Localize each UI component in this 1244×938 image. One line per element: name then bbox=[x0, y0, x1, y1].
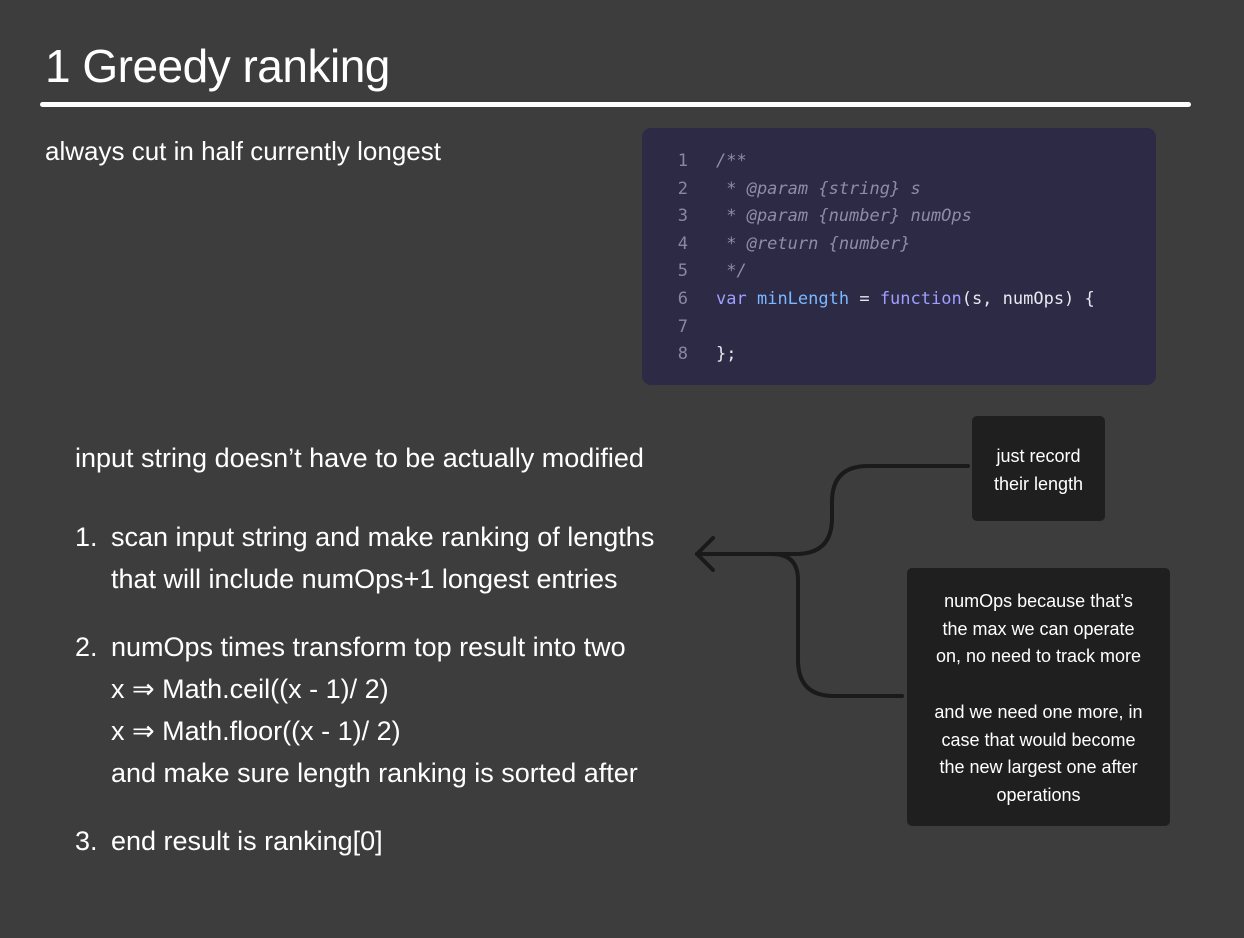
note-line bbox=[907, 671, 1170, 699]
note-line: operations bbox=[996, 784, 1081, 805]
note-numops-explanation: numOps because that’s the max we can ope… bbox=[907, 568, 1170, 826]
note-line: case that would become bbox=[941, 729, 1136, 750]
note-line: the new largest one after bbox=[939, 757, 1138, 778]
note-line: and we need one more, in bbox=[934, 701, 1143, 722]
connector-to-note-2 bbox=[695, 552, 904, 698]
note-line: the max we can operate bbox=[942, 618, 1135, 639]
note-line: numOps because that’s bbox=[944, 591, 1133, 611]
note-line: on, no need to track more bbox=[935, 646, 1142, 667]
note-line: their length bbox=[993, 473, 1084, 494]
connector-to-note-1 bbox=[695, 464, 970, 556]
note-record-length: just record their length bbox=[972, 416, 1105, 521]
note-line: just record bbox=[996, 446, 1081, 466]
